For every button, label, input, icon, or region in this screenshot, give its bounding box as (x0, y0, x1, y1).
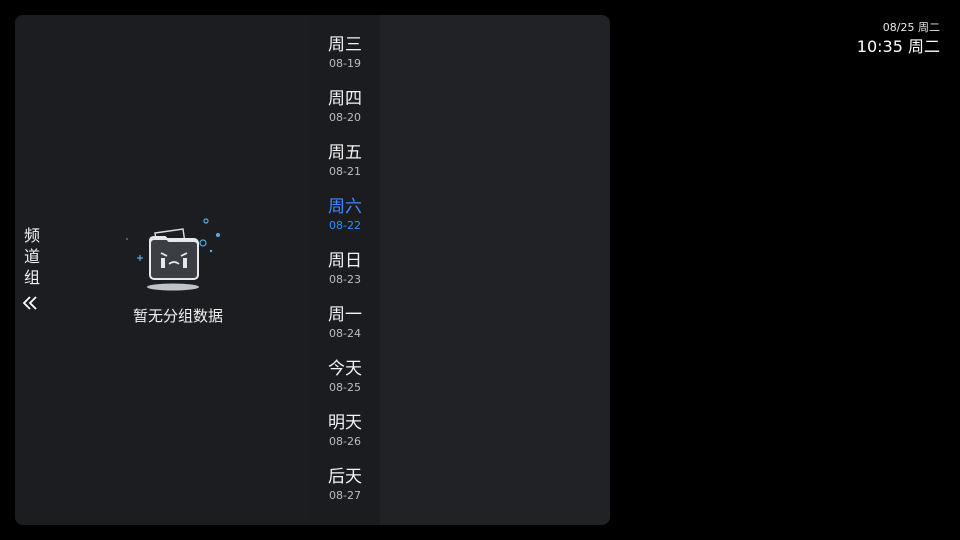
channel-group-column: 频道组 暂无分组数据 (15, 15, 325, 525)
date-item-date: 08-24 (329, 327, 361, 340)
date-item-date: 08-20 (329, 111, 361, 124)
date-item-day: 周日 (328, 251, 362, 271)
date-item[interactable]: 周四 08-20 (310, 88, 380, 142)
date-item-date: 08-25 (329, 381, 361, 394)
date-item-selected[interactable]: 周六 08-22 (310, 196, 380, 250)
date-item-day: 周一 (328, 305, 362, 325)
date-item-day: 明天 (328, 413, 362, 433)
date-item[interactable]: 周五 08-21 (310, 142, 380, 196)
channel-group-tab[interactable]: 频道组 (15, 225, 47, 312)
channel-group-label: 频道组 (23, 226, 40, 287)
date-item[interactable]: 后天 08-27 (310, 466, 380, 520)
date-item-day: 今天 (328, 359, 362, 379)
date-item[interactable]: 今天 08-25 (310, 358, 380, 412)
date-item-date: 08-23 (329, 273, 361, 286)
epg-panel: 频道组 暂无分组数据 周三 08-19 周四 08-20 周五 08-21 周六… (15, 15, 610, 525)
date-item-date: 08-21 (329, 165, 361, 178)
date-item-day: 周四 (328, 89, 362, 109)
clock-date: 08/25 周二 (882, 21, 940, 34)
date-item-day: 周三 (328, 35, 362, 55)
date-item-date: 08-26 (329, 435, 361, 448)
empty-folder-icon (126, 218, 220, 291)
date-item-date: 08-27 (329, 489, 361, 502)
date-item-day: 后天 (328, 467, 362, 487)
date-item[interactable]: 周三 08-19 (310, 34, 380, 88)
date-item-day: 周六 (328, 197, 362, 217)
empty-state: 暂无分组数据 (95, 215, 261, 326)
date-item[interactable]: 周一 08-24 (310, 304, 380, 358)
clock: 08/25 周二 10:35 周二 (857, 20, 940, 58)
empty-state-text: 暂无分组数据 (132, 307, 223, 325)
clock-time: 10:35 周二 (856, 37, 940, 56)
date-item-date: 08-19 (329, 57, 361, 70)
double-chevron-left-icon[interactable] (21, 294, 39, 312)
date-item-day: 周五 (328, 143, 362, 163)
date-item[interactable]: 周日 08-23 (310, 250, 380, 304)
date-item-date: 08-22 (329, 219, 361, 232)
date-item[interactable]: 明天 08-26 (310, 412, 380, 466)
date-list: 周三 08-19 周四 08-20 周五 08-21 周六 08-22 周日 0… (310, 15, 380, 525)
